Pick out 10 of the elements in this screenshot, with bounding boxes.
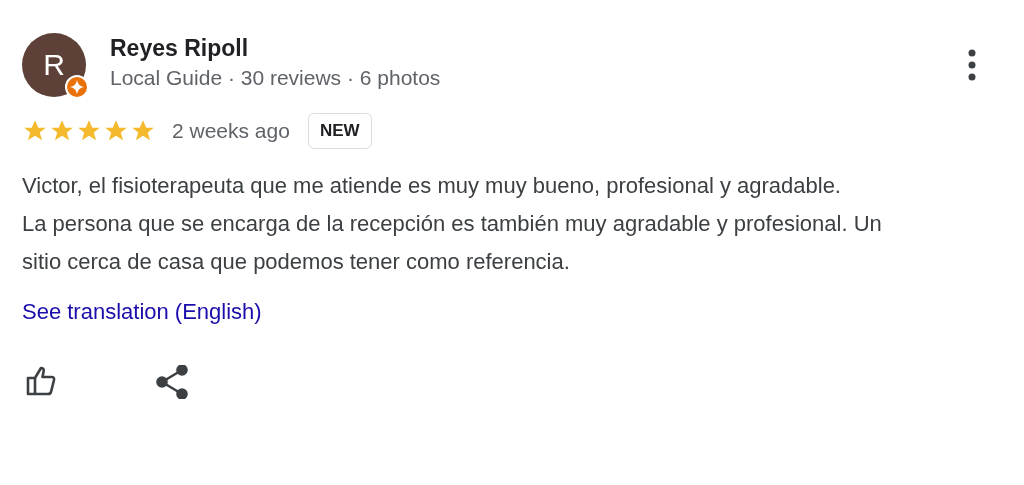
review-text: La persona que se encarga de la recepción es también muy agradable y profesional. Un sitio cerca de casa que podemos tener como referencia. [22,210,883,276]
review-time: 2 weeks ago [172,119,290,143]
reviewer-meta: Local Guide · 30 reviews · 6 photos [110,66,442,90]
share-icon[interactable] [156,365,188,399]
translation-link[interactable]: See translation (English) [22,299,262,325]
avatar[interactable]: R [22,33,86,97]
review-text: Victor, el fisioterapeuta que me atiende es muy muy bueno, profesional y agradable. [22,172,842,200]
more-options-icon[interactable] [968,49,976,81]
new-badge: NEW [307,113,372,149]
reviewer-name[interactable]: Reyes Ripoll [110,35,968,62]
